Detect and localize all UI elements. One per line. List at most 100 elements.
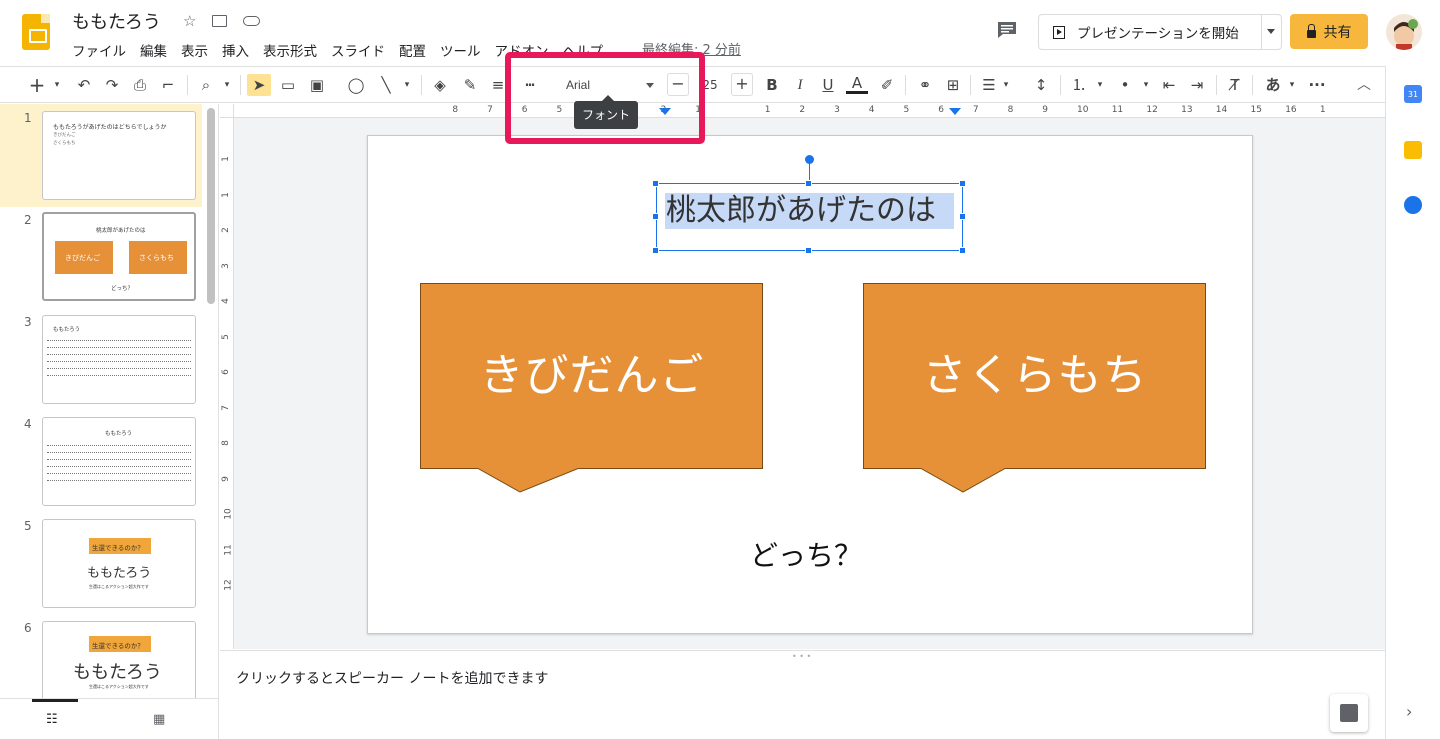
resize-handle[interactable] [959,247,966,254]
menu-view[interactable]: 表示 [181,40,208,60]
select-pointer-icon[interactable]: ➤ [247,74,271,96]
star-icon[interactable]: ☆ [183,12,196,30]
share-button[interactable]: 共有 [1290,14,1368,49]
line-spacing-icon[interactable]: ↕ [1030,74,1052,96]
slide-title-text[interactable]: 桃太郎があげたのは [665,193,954,229]
document-title[interactable]: ももたろう [72,8,161,34]
align-dropdown-icon[interactable]: ▾ [1000,74,1012,96]
menu-help[interactable]: ヘルプ [563,40,604,60]
question-text[interactable]: どっち？ [750,534,862,574]
present-dropdown-icon[interactable] [1267,29,1275,34]
fill-color-icon[interactable]: ◈ [430,74,450,96]
menu-slide[interactable]: スライド [331,40,385,60]
resize-handle[interactable] [652,247,659,254]
line-dropdown-icon[interactable]: ▾ [400,74,414,96]
resize-handle[interactable] [959,213,966,220]
numbered-list-icon[interactable]: ⒈ [1068,74,1090,96]
avatar[interactable] [1386,14,1422,50]
font-size-input[interactable]: 25 [695,74,725,96]
ruler-tick-label: 3 [220,262,231,269]
more-options-icon[interactable]: ··· [1306,74,1328,96]
right-indent-marker-icon[interactable] [949,108,961,115]
calendar-icon[interactable]: 31 [1404,85,1422,103]
menu-edit[interactable]: 編集 [140,40,167,60]
resize-handle[interactable] [652,213,659,220]
new-slide-button[interactable]: + [28,74,46,96]
slide-thumbnail-1[interactable]: ももたろうがあげたのはどちらでしょうか きびだんご さくらもち [42,111,196,200]
zoom-icon[interactable]: ⌕ [196,74,216,96]
slide-thumbnail-3[interactable]: ももたろう [42,315,196,404]
shape-icon[interactable]: ◯ [345,74,367,96]
grid-view-icon[interactable]: ▦ [153,712,165,727]
increase-indent-icon[interactable]: ⇥ [1186,74,1208,96]
bulleted-list-icon[interactable]: • [1114,74,1136,96]
font-select[interactable]: Arial [558,74,658,96]
speaker-notes-input[interactable]: クリックするとスピーカー ノートを追加できます [236,668,548,688]
last-edit-link[interactable]: 最終編集: 2 分前 [642,39,741,58]
border-dash-icon[interactable]: ┅ [520,74,540,96]
notes-resize-grip[interactable]: • • • [792,652,811,661]
cloud-status-icon[interactable] [243,16,260,26]
text-box-icon[interactable]: ▭ [277,74,299,96]
image-icon[interactable]: ▣ [305,74,329,96]
menu-insert[interactable]: 挿入 [222,40,249,60]
expand-side-panel-icon[interactable]: › [1406,702,1412,721]
add-comment-icon[interactable]: ⊞ [942,74,964,96]
clear-formatting-icon[interactable]: T̸ [1224,74,1246,96]
slide-thumbnail-2[interactable]: 桃太郎があげたのは きびだんご さくらもち どっち？ [42,212,196,301]
decrease-indent-icon[interactable]: ⇤ [1158,74,1180,96]
tasks-icon[interactable] [1404,196,1422,214]
comment-icon[interactable] [996,20,1018,40]
highlight-color-icon[interactable]: ✐ [876,74,898,96]
underline-button[interactable]: U [818,74,838,96]
link-icon[interactable]: ⚭ [914,74,936,96]
menu-file[interactable]: ファイル [72,40,126,60]
menu-arrange[interactable]: 配置 [399,40,426,60]
rotation-handle[interactable] [805,155,814,164]
ruler-tick-label: 9 [1042,105,1049,115]
text-color-button[interactable]: A [846,74,868,94]
resize-handle[interactable] [805,180,812,187]
slides-logo-icon[interactable] [22,14,50,50]
slide-thumbnail-6[interactable]: 生還できるのか？ ももたろう 生還はこるアクション超大作です [42,621,196,699]
filmstrip-view-icon[interactable]: ☷ [46,712,58,727]
callout-left-text[interactable]: きびだんご [420,283,764,469]
resize-handle[interactable] [959,180,966,187]
keep-icon[interactable] [1404,141,1422,159]
menu-tools[interactable]: ツール [440,40,481,60]
slide-thumbnail-4[interactable]: ももたろう [42,417,196,506]
align-icon[interactable]: ☰ [978,74,1000,96]
move-folder-icon[interactable] [212,15,227,27]
input-tools-button[interactable]: あ [1262,74,1284,96]
border-color-icon[interactable]: ✎ [460,74,480,96]
border-weight-icon[interactable]: ≡ [488,74,508,96]
print-icon[interactable]: ⎙ [130,74,150,96]
undo-icon[interactable]: ↶ [74,74,94,96]
italic-button[interactable]: I [790,74,810,96]
font-size-increase-button[interactable]: + [731,73,753,96]
present-button[interactable]: プレゼンテーションを開始 [1038,14,1282,50]
redo-icon[interactable]: ↷ [102,74,122,96]
bulleted-list-dropdown-icon[interactable]: ▾ [1140,74,1152,96]
resize-handle[interactable] [652,180,659,187]
paint-format-icon[interactable]: ⌐ [158,74,178,96]
thumb-title: ももたろうがあげたのはどちらでしょうか [53,124,167,131]
font-size-decrease-button[interactable]: − [667,73,689,96]
explore-button[interactable] [1330,694,1368,732]
bold-button[interactable]: B [762,74,782,96]
menu-format[interactable]: 表示形式 [263,40,317,60]
line-icon[interactable]: ╲ [375,74,397,96]
horizontal-ruler[interactable]: 87654321123456789101112131415161 [234,104,1385,118]
resize-handle[interactable] [805,247,812,254]
collapse-menus-icon[interactable]: ︿ [1357,74,1371,94]
vertical-ruler[interactable]: 1 1 2 3 4 5 6 7 8 9 10 11 12 [220,118,234,649]
menu-addons[interactable]: アドオン [495,40,549,60]
filmstrip-scrollbar[interactable] [207,108,215,304]
left-indent-marker-icon[interactable] [659,108,671,115]
numbered-list-dropdown-icon[interactable]: ▾ [1094,74,1106,96]
callout-right-text[interactable]: さくらもち [863,283,1207,469]
slide-thumbnail-5[interactable]: 生還できるのか？ ももたろう 生還はこるアクション超大作です [42,519,196,608]
input-tools-dropdown-icon[interactable]: ▾ [1286,74,1298,96]
new-slide-layout-icon[interactable]: ▾ [50,74,64,96]
zoom-dropdown-icon[interactable]: ▾ [220,74,234,96]
